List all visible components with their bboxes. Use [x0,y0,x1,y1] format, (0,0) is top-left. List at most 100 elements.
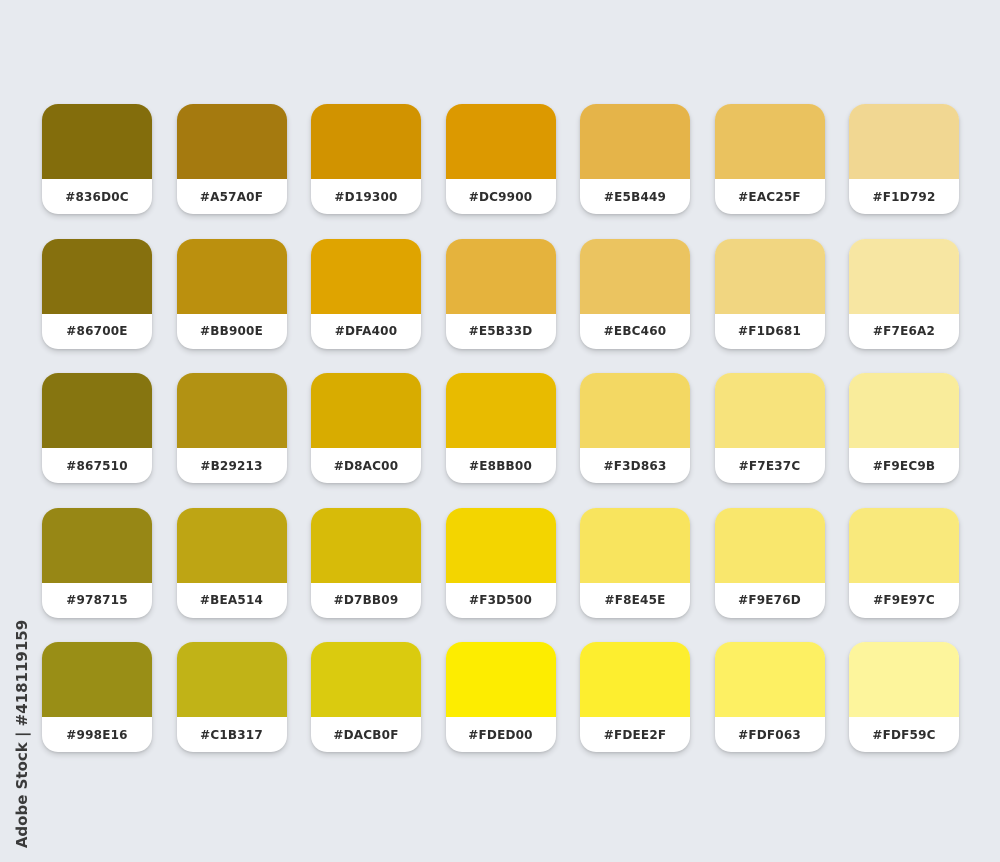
swatch-color-block [176,104,287,179]
swatch-hex-label: #F3D500 [468,593,532,607]
swatch-color-block [714,507,825,583]
swatch-color-block [714,238,825,314]
color-swatch[interactable]: #BEA514 [176,507,287,618]
color-swatch[interactable]: #DACB0F [311,642,421,752]
swatch-color-block [849,104,959,179]
swatch-hex-label: #F1D792 [872,189,936,204]
color-swatch[interactable]: #A57A0F [176,104,287,214]
swatch-color-block [849,642,959,717]
swatch-color-block [445,104,556,179]
color-swatch[interactable]: #FDF59C [849,642,959,752]
swatch-hex-label: #B29213 [200,458,263,473]
swatch-hex-label: #DACB0F [333,727,399,742]
swatch-color-block [42,238,152,314]
color-swatch[interactable]: #F7E37C [714,373,825,483]
color-swatch[interactable]: #E8BB00 [445,373,556,483]
swatch-hex-label: #FDED00 [468,727,533,742]
swatch-hex-label: #F7E37C [738,458,801,473]
swatch-hex-label: #A57A0F [199,189,264,204]
swatch-hex-label: #F8E45E [604,593,666,607]
color-swatch[interactable]: #86700E [42,238,152,349]
color-swatch[interactable]: #F3D863 [580,373,690,483]
swatch-color-block [176,507,287,583]
swatch-hex-label: #C1B317 [200,727,263,742]
color-swatch[interactable]: #F1D792 [849,104,959,214]
swatch-color-block [580,373,690,448]
swatch-color-block [42,507,152,583]
color-swatch[interactable]: #867510 [42,373,152,483]
swatch-color-block [580,507,690,583]
swatch-hex-label: #E8BB00 [469,458,532,473]
swatch-hex-label: #F9E97C [873,593,935,607]
swatch-color-block [311,104,421,179]
color-swatch[interactable]: #D19300 [311,104,421,214]
color-swatch[interactable]: #FDF063 [714,642,825,752]
swatch-hex-label: #FDF59C [872,727,936,742]
swatch-hex-label: #867510 [66,458,128,473]
color-swatch[interactable]: #E5B33D [445,238,556,349]
swatch-color-block [311,373,421,448]
swatch-hex-label: #D8AC00 [333,458,399,473]
swatch-hex-label: #998E16 [66,727,128,742]
swatch-hex-label: #F9E76D [738,593,801,607]
swatch-color-block [311,238,421,314]
swatch-hex-label: #FDEE2F [603,727,667,742]
swatch-color-block [580,642,690,717]
swatch-color-block [42,373,152,448]
swatch-color-block [445,238,556,314]
swatch-color-block [580,238,690,314]
swatch-color-block [176,642,287,717]
swatch-color-block [714,373,825,448]
swatch-hex-label: #86700E [66,324,128,338]
swatch-color-block [714,642,825,717]
swatch-hex-label: #BB900E [200,324,263,338]
color-swatch[interactable]: #BB900E [176,238,287,349]
swatch-color-block [311,642,421,717]
color-swatch[interactable]: #978715 [42,507,152,618]
swatch-color-block [714,104,825,179]
swatch-color-block [580,104,690,179]
color-swatch[interactable]: #C1B317 [176,642,287,752]
swatch-hex-label: #EAC25F [738,189,801,204]
swatch-color-block [445,373,556,448]
color-swatch[interactable]: #F7E6A2 [849,238,959,349]
color-swatch[interactable]: #FDED00 [445,642,556,752]
color-swatch[interactable]: #EAC25F [714,104,825,214]
swatch-hex-label: #F1D681 [737,324,801,338]
color-swatch[interactable]: #F8E45E [580,507,690,618]
color-swatch[interactable]: #B29213 [176,373,287,483]
color-swatch[interactable]: #D7BB09 [311,507,421,618]
swatch-hex-label: #F9EC9B [872,458,936,473]
stock-id-watermark: Adobe Stock | #418119159 [12,620,32,848]
color-swatch[interactable]: #EBC460 [580,238,690,349]
color-swatch[interactable]: #F3D500 [445,507,556,618]
swatch-hex-label: #FDF063 [738,727,801,742]
color-swatch[interactable]: #F9E76D [714,507,825,618]
swatch-hex-label: #D19300 [334,189,398,204]
swatch-hex-label: #D7BB09 [333,593,399,607]
swatch-hex-label: #F7E6A2 [872,324,936,338]
color-swatch[interactable]: #FDEE2F [580,642,690,752]
swatch-color-block [445,642,556,717]
color-swatch[interactable]: #F1D681 [714,238,825,349]
swatch-color-block [42,104,152,179]
color-swatch[interactable]: #DC9900 [445,104,556,214]
color-swatch[interactable]: #DFA400 [311,238,421,349]
color-swatch[interactable]: #836D0C [42,104,152,214]
swatch-hex-label: #E5B449 [603,189,667,204]
color-swatch[interactable]: #F9E97C [849,507,959,618]
swatch-hex-label: #DC9900 [468,189,533,204]
swatch-color-block [849,507,959,583]
swatch-color-block [176,373,287,448]
color-swatch[interactable]: #D8AC00 [311,373,421,483]
swatch-hex-label: #836D0C [65,189,129,204]
color-swatch[interactable]: #998E16 [42,642,152,752]
swatch-hex-label: #978715 [66,593,128,607]
swatch-hex-label: #EBC460 [603,324,667,338]
stock-id-text: Adobe Stock | #418119159 [13,619,31,849]
swatch-hex-label: #BEA514 [199,593,264,607]
swatch-hex-label: #F3D863 [603,458,667,473]
color-swatch[interactable]: #E5B449 [580,104,690,214]
color-swatch[interactable]: #F9EC9B [849,373,959,483]
color-palette-grid: #836D0C #A57A0F #D19300 #DC9900 #E5B449 #EAC2… [42,104,959,752]
